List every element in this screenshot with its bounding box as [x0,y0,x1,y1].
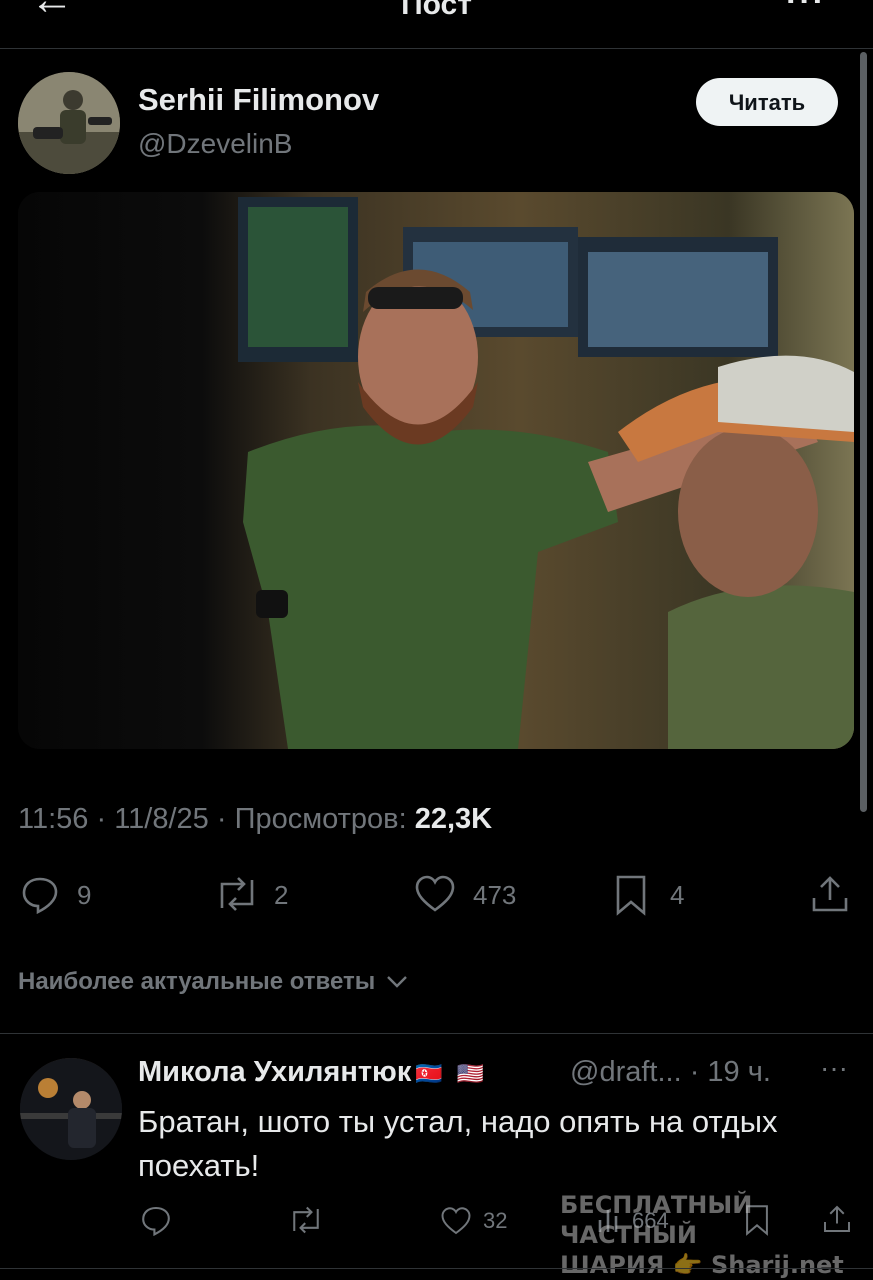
divider [0,1268,873,1269]
reply-more-icon[interactable]: ··· [820,1052,848,1084]
like-action[interactable] [414,874,456,919]
replies-sort-dropdown[interactable]: Наиболее актуальные ответы [18,968,408,996]
repost-icon [220,877,254,911]
post-meta: 11:56 · 11/8/25 · Просмотров: 22,3K [18,803,492,836]
heart-icon [441,1207,471,1235]
author-avatar[interactable] [18,72,120,174]
watermark: БЕСПЛАТНЫЙ ЧАСТНЫЙ ШАРИЯ 👉 Sharij.net [560,1190,860,1280]
reply-repost-action[interactable] [288,1204,324,1241]
meta-separator: · [96,803,115,835]
views-count: 22,3K [414,803,493,835]
reply-icon [142,1206,170,1237]
reply-like-count: 32 [483,1208,508,1233]
sort-label: Наиболее актуальные ответы [18,968,376,995]
flag-usa-icon: 🇺🇸 [456,1061,485,1086]
reply-handle-time[interactable]: @draft... · 19 ч. [570,1056,771,1089]
post-time[interactable]: 11:56 [18,803,88,835]
repost-count: 2 [274,880,289,910]
like-count: 473 [473,880,517,910]
more-options-icon[interactable]: ··· [786,0,826,21]
views-label: Просмотров: [234,803,407,835]
follow-button[interactable]: Читать [696,78,838,126]
scrollbar[interactable] [860,52,867,812]
watermark-line-1: БЕСПЛАТНЫЙ ЧАСТНЫЙ [560,1191,753,1249]
meta-separator: · [216,803,235,835]
bookmark-action[interactable] [614,874,648,921]
flag-north-korea-icon: 🇰🇵 [415,1061,443,1086]
share-icon [812,876,848,912]
reply-handle: @draft... [570,1056,682,1088]
reply-author-name[interactable]: Микола Ухилянтюк 🇰🇵 🇺🇸 [138,1056,484,1089]
page-title: Пост [401,0,472,21]
repost-icon [293,1206,319,1234]
divider [0,1033,873,1034]
heart-icon [415,875,455,912]
reply-action[interactable] [20,874,60,919]
reply-text: Братан, шото ты устал, надо опять на отд… [138,1104,778,1183]
top-bar: ← Пост ··· [0,0,873,49]
reply-reply-action[interactable] [140,1204,172,1241]
post-date[interactable]: 11/8/25 [114,803,209,835]
reply-like-action[interactable] [440,1206,472,1241]
reply-author-avatar[interactable] [20,1058,122,1160]
repost-action[interactable] [214,874,260,919]
reply-icon [22,877,58,915]
reply-author-name-text: Микола Ухилянтюк [138,1056,412,1088]
reply-time: · 19 ч. [689,1056,771,1088]
share-action[interactable] [810,874,850,919]
bookmark-icon [616,875,646,916]
watermark-line-2: ШАРИЯ 👉 Sharij.net [560,1251,844,1279]
bookmark-count: 4 [670,880,685,910]
author-name[interactable]: Serhii Filimonov [138,82,379,118]
chevron-down-icon [386,968,408,996]
reply-count: 9 [77,880,92,910]
post-photo[interactable] [18,192,854,749]
author-handle[interactable]: @DzevelinB [138,128,292,160]
